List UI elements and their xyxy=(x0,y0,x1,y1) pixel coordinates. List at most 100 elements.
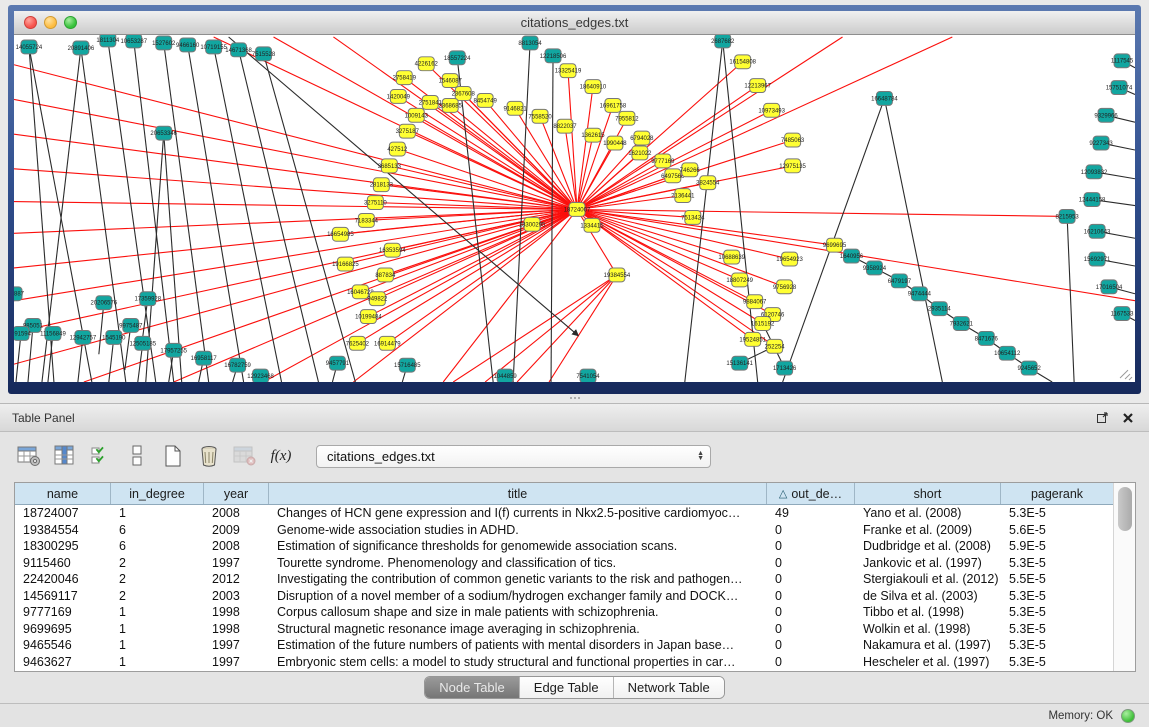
table-cell[interactable]: 5.3E-5 xyxy=(1001,655,1113,669)
close-panel-icon[interactable] xyxy=(1119,409,1137,427)
table-cell[interactable]: Corpus callosum shape and size in male p… xyxy=(269,605,767,619)
table-cell[interactable]: Embryonic stem cells: a model to study s… xyxy=(269,655,767,669)
table-row[interactable]: 977716911998Corpus callosum shape and si… xyxy=(15,604,1113,621)
column-header-short[interactable]: short xyxy=(855,483,1001,504)
table-cell[interactable]: 5.3E-5 xyxy=(1001,622,1113,636)
import-table-icon[interactable] xyxy=(232,443,258,469)
tab-edge-table[interactable]: Edge Table xyxy=(520,677,614,698)
table-cell[interactable]: 2 xyxy=(111,572,204,586)
select-rows-icon[interactable] xyxy=(88,443,114,469)
table-row[interactable]: 969969511998Structural magnetic resonanc… xyxy=(15,621,1113,638)
table-cell[interactable]: 2 xyxy=(111,589,204,603)
splitter-grip-icon[interactable] xyxy=(570,397,584,400)
panel-splitter[interactable] xyxy=(0,394,1149,403)
table-cell[interactable]: 1 xyxy=(111,506,204,520)
table-cell[interactable]: Structural magnetic resonance image aver… xyxy=(269,622,767,636)
table-row[interactable]: 1830029562008Estimation of significance … xyxy=(15,538,1113,555)
table-cell[interactable]: 5.5E-5 xyxy=(1001,572,1113,586)
toggle-column-icon[interactable] xyxy=(124,443,150,469)
table-cell[interactable]: Changes of HCN gene expression and I(f) … xyxy=(269,506,767,520)
table-cell[interactable]: 5.3E-5 xyxy=(1001,638,1113,652)
table-cell[interactable]: Wolkin et al. (1998) xyxy=(855,622,1001,636)
table-cell[interactable]: 0 xyxy=(767,589,855,603)
table-cell[interactable]: 2008 xyxy=(204,506,269,520)
column-header-title[interactable]: title xyxy=(269,483,767,504)
window-titlebar[interactable]: citations_edges.txt xyxy=(14,11,1135,35)
table-cell[interactable]: 14569117 xyxy=(15,589,111,603)
table-cell[interactable]: 1 xyxy=(111,605,204,619)
table-cell[interactable]: 1997 xyxy=(204,655,269,669)
table-row[interactable]: 946362711997Embryonic stem cells: a mode… xyxy=(15,654,1113,671)
table-cell[interactable]: 18724007 xyxy=(15,506,111,520)
table-cell[interactable]: 9463627 xyxy=(15,655,111,669)
table-cell[interactable]: 0 xyxy=(767,605,855,619)
vertical-scrollbar[interactable] xyxy=(1113,483,1135,671)
table-row[interactable]: 2242004622012Investigating the contribut… xyxy=(15,571,1113,588)
column-header-year[interactable]: year xyxy=(204,483,269,504)
table-cell[interactable]: 1997 xyxy=(204,638,269,652)
minimize-window-icon[interactable] xyxy=(44,16,57,29)
table-cell[interactable]: Nakamura et al. (1997) xyxy=(855,638,1001,652)
table-cell[interactable]: 0 xyxy=(767,556,855,570)
table-cell[interactable]: Disruption of a novel member of a sodium… xyxy=(269,589,767,603)
table-row[interactable]: 1938455462009Genome-wide association stu… xyxy=(15,522,1113,539)
table-cell[interactable]: 2 xyxy=(111,556,204,570)
table-cell[interactable]: 5.3E-5 xyxy=(1001,506,1113,520)
table-cell[interactable]: 2003 xyxy=(204,589,269,603)
table-cell[interactable]: 0 xyxy=(767,622,855,636)
table-cell[interactable]: 9777169 xyxy=(15,605,111,619)
citation-network-graph[interactable]: 1405572420891406181130410653287152760294… xyxy=(14,35,1135,382)
zoom-window-icon[interactable] xyxy=(64,16,77,29)
column-header-out_de[interactable]: △out_de… xyxy=(767,483,855,504)
table-cell[interactable]: 1998 xyxy=(204,605,269,619)
table-row[interactable]: 946554611997Estimation of the future num… xyxy=(15,637,1113,654)
table-cell[interactable]: 0 xyxy=(767,539,855,553)
table-cell[interactable]: Tourette syndrome. Phenomenology and cla… xyxy=(269,556,767,570)
tab-node-table[interactable]: Node Table xyxy=(425,677,520,698)
new-table-icon[interactable] xyxy=(160,443,186,469)
table-cell[interactable]: 1998 xyxy=(204,622,269,636)
table-cell[interactable]: 1 xyxy=(111,638,204,652)
table-cell[interactable]: Hescheler et al. (1997) xyxy=(855,655,1001,669)
table-settings-icon[interactable] xyxy=(16,443,42,469)
table-row[interactable]: 911546021997Tourette syndrome. Phenomeno… xyxy=(15,555,1113,572)
table-cell[interactable]: 22420046 xyxy=(15,572,111,586)
table-cell[interactable]: 6 xyxy=(111,523,204,537)
column-header-name[interactable]: name xyxy=(15,483,111,504)
table-cell[interactable]: 6 xyxy=(111,539,204,553)
table-cell[interactable]: Tibbo et al. (1998) xyxy=(855,605,1001,619)
function-builder-icon[interactable]: f(x) xyxy=(268,443,294,469)
table-cell[interactable]: 9699695 xyxy=(15,622,111,636)
table-row[interactable]: 1456911722003Disruption of a novel membe… xyxy=(15,588,1113,605)
table-cell[interactable]: 0 xyxy=(767,523,855,537)
table-cell[interactable]: 1 xyxy=(111,655,204,669)
table-cell[interactable]: 2008 xyxy=(204,539,269,553)
close-window-icon[interactable] xyxy=(24,16,37,29)
table-row[interactable]: 1872400712008Changes of HCN gene express… xyxy=(15,505,1113,522)
table-cell[interactable]: Genome-wide association studies in ADHD. xyxy=(269,523,767,537)
table-cell[interactable]: 9465546 xyxy=(15,638,111,652)
table-cell[interactable]: 18300295 xyxy=(15,539,111,553)
table-selector-combobox[interactable]: citations_edges.txt ▲▼ xyxy=(316,445,711,468)
table-cell[interactable]: 0 xyxy=(767,572,855,586)
table-cell[interactable]: 5.3E-5 xyxy=(1001,589,1113,603)
table-cell[interactable]: Estimation of significance thresholds fo… xyxy=(269,539,767,553)
table-cell[interactable]: 2009 xyxy=(204,523,269,537)
float-panel-icon[interactable] xyxy=(1093,409,1111,427)
table-cell[interactable]: 0 xyxy=(767,655,855,669)
column-header-pagerank[interactable]: pagerank xyxy=(1001,483,1113,504)
table-cell[interactable]: 5.9E-5 xyxy=(1001,539,1113,553)
table-cell[interactable]: 1997 xyxy=(204,556,269,570)
table-cell[interactable]: Franke et al. (2009) xyxy=(855,523,1001,537)
table-cell[interactable]: Estimation of the future numbers of pati… xyxy=(269,638,767,652)
table-cell[interactable]: 9115460 xyxy=(15,556,111,570)
table-cell[interactable]: 5.6E-5 xyxy=(1001,523,1113,537)
table-cell[interactable]: de Silva et al. (2003) xyxy=(855,589,1001,603)
network-canvas[interactable]: 1405572420891406181130410653287152760294… xyxy=(14,35,1135,382)
tab-network-table[interactable]: Network Table xyxy=(614,677,724,698)
table-cell[interactable]: 49 xyxy=(767,506,855,520)
table-cell[interactable]: Dudbridge et al. (2008) xyxy=(855,539,1001,553)
table-cell[interactable]: Jankovic et al. (1997) xyxy=(855,556,1001,570)
table-cell[interactable]: 5.3E-5 xyxy=(1001,605,1113,619)
table-cell[interactable]: Yano et al. (2008) xyxy=(855,506,1001,520)
